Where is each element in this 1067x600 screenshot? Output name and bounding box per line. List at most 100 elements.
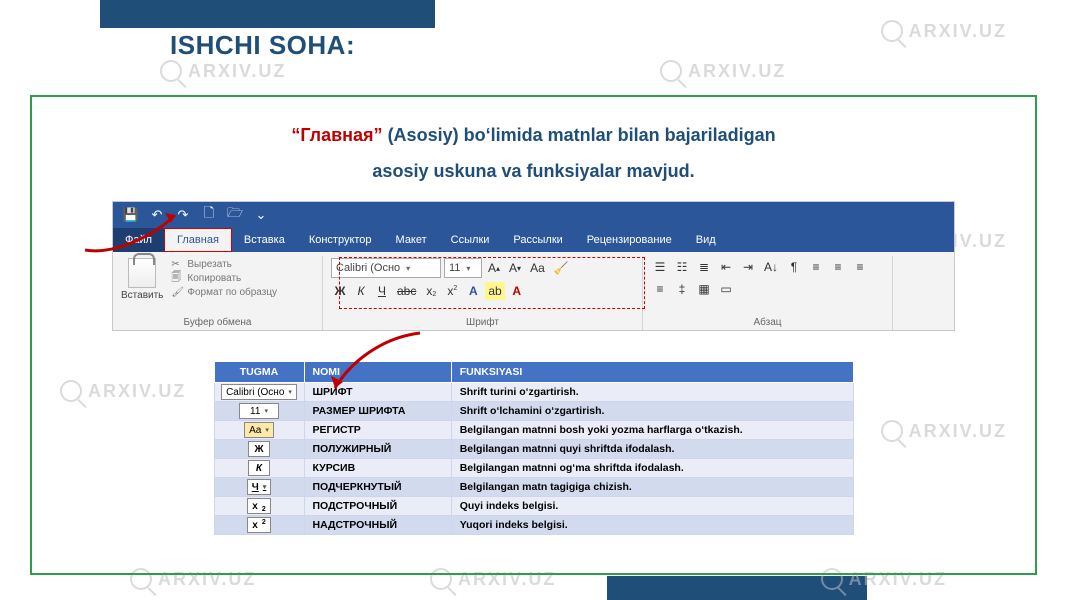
tab-references[interactable]: Ссылки	[439, 228, 502, 252]
undo-icon[interactable]: ↶	[149, 207, 165, 223]
multilevel-button[interactable]: ≣	[695, 258, 713, 276]
tugma-chip: x2	[247, 498, 270, 514]
tab-file[interactable]: Файл	[113, 228, 164, 252]
align-left-button[interactable]: ≡	[807, 258, 825, 276]
func-cell: Belgilangan matn tagigiga chizish.	[451, 478, 853, 497]
tab-insert[interactable]: Вставка	[232, 228, 297, 252]
italic-button[interactable]: К	[352, 282, 370, 300]
tab-design[interactable]: Конструктор	[297, 228, 384, 252]
func-cell: Belgilangan matnni quyi shriftda ifodala…	[451, 440, 853, 459]
superscript-button[interactable]: x2	[443, 282, 461, 300]
func-cell: Yuqori indeks belgisi.	[451, 516, 853, 535]
shrink-font-button[interactable]: A▾	[506, 259, 524, 277]
copy-button[interactable]: 🗐Копировать	[171, 272, 277, 284]
tugma-cell: 11 ▾	[214, 402, 304, 421]
paste-button[interactable]: Вставить	[121, 258, 163, 301]
tugma-cell: x2	[214, 516, 304, 535]
ribbon-body: Вставить ✂Вырезать 🗐Копировать 🖌Формат п…	[113, 252, 954, 330]
qat-more-icon[interactable]: ⌄	[253, 207, 269, 223]
th-nomi: NOMI	[304, 362, 451, 383]
nomi-cell: ПОЛУЖИРНЫЙ	[304, 440, 451, 459]
redo-icon[interactable]: ↷	[175, 207, 191, 223]
save-icon[interactable]: 💾	[123, 207, 139, 223]
quick-access-toolbar: 💾 ↶ ↷ 🗋 🗁 ⌄	[113, 202, 954, 228]
format-painter-button[interactable]: 🖌Формат по образцу	[171, 286, 277, 298]
tab-view[interactable]: Вид	[684, 228, 728, 252]
tugma-chip: К	[248, 460, 270, 476]
tugma-cell: x2	[214, 497, 304, 516]
table-row: Ч ▾ПОДЧЕРКНУТЫЙBelgilangan matn tagigiga…	[214, 478, 853, 497]
subtitle: “Главная” (Asosiy) bo‘limida matnlar bil…	[112, 117, 955, 189]
nomi-cell: РЕГИСТР	[304, 421, 451, 440]
tab-review[interactable]: Рецензирование	[575, 228, 684, 252]
ribbon-tabs: Файл Главная Вставка Конструктор Макет С…	[113, 228, 954, 252]
borders-button[interactable]: ▭	[717, 280, 735, 298]
func-cell: Quyi indeks belgisi.	[451, 497, 853, 516]
subscript-button[interactable]: x2	[422, 282, 440, 300]
table-row: x2 ПОДСТРОЧНЫЙQuyi indeks belgisi.	[214, 497, 853, 516]
table-row: Aa ▾РЕГИСТРBelgilangan matnni bosh yoki …	[214, 421, 853, 440]
subtitle-rest1: (Asosiy) bo‘limida matnlar bilan bajaril…	[383, 125, 776, 145]
func-cell: Shrift turini o‘zgartirish.	[451, 383, 853, 402]
th-tugma: TUGMA	[214, 362, 304, 383]
tab-layout[interactable]: Макет	[384, 228, 439, 252]
indent-inc-button[interactable]: ⇥	[739, 258, 757, 276]
tab-home[interactable]: Главная	[164, 228, 232, 252]
font-name-combo[interactable]: Calibri (Осно▾	[331, 258, 441, 278]
content-frame: “Главная” (Asosiy) bo‘limida matnlar bil…	[30, 95, 1037, 575]
shading-button[interactable]: ▦	[695, 280, 713, 298]
tab-mailings[interactable]: Рассылки	[501, 228, 574, 252]
bullets-button[interactable]: ☰	[651, 258, 669, 276]
nomi-cell: РАЗМЕР ШРИФТА	[304, 402, 451, 421]
open-icon[interactable]: 🗁	[227, 207, 243, 223]
numbering-button[interactable]: ☷	[673, 258, 691, 276]
func-cell: Belgilangan matnni og‘ma shriftda ifodal…	[451, 459, 853, 478]
tugma-chip: Calibri (Осно ▾	[221, 384, 297, 400]
watermark: ARXIV.UZ	[881, 20, 1007, 42]
tugma-cell: Ж	[214, 440, 304, 459]
nomi-cell: КУРСИВ	[304, 459, 451, 478]
sort-button[interactable]: A↓	[761, 258, 781, 276]
table-row: Ж ПОЛУЖИРНЫЙBelgilangan matnni quyi shrif…	[214, 440, 853, 459]
justify-button[interactable]: ≡	[651, 280, 669, 298]
nomi-cell: ШРИФТ	[304, 383, 451, 402]
clear-format-button[interactable]: 🧹	[551, 259, 572, 277]
group-font: Calibri (Осно▾ 11▾ A▴ A▾ Aa 🧹 Ж К Ч abc …	[323, 256, 643, 330]
brush-icon: 🖌	[171, 286, 183, 298]
table-row: x2НАДСТРОЧНЫЙYuqori indeks belgisi.	[214, 516, 853, 535]
tugma-cell: Aa ▾	[214, 421, 304, 440]
underline-button[interactable]: Ч	[373, 282, 391, 300]
line-spacing-button[interactable]: ‡	[673, 280, 691, 298]
strike-button[interactable]: abc	[394, 282, 419, 300]
align-center-button[interactable]: ≡	[829, 258, 847, 276]
page-title: ISHCHI SOHA:	[170, 30, 355, 61]
subtitle-quoted: “Главная”	[291, 125, 382, 145]
change-case-button[interactable]: Aa	[527, 259, 548, 277]
group-label-font: Шрифт	[331, 315, 634, 328]
highlight-button[interactable]: ab	[485, 282, 504, 300]
tugma-cell: К	[214, 459, 304, 478]
align-right-button[interactable]: ≡	[851, 258, 869, 276]
chevron-down-icon: ▾	[406, 264, 410, 273]
bold-button[interactable]: Ж	[331, 282, 349, 300]
tugma-cell: Ч ▾	[214, 478, 304, 497]
new-icon[interactable]: 🗋	[201, 207, 217, 223]
group-clipboard: Вставить ✂Вырезать 🗐Копировать 🖌Формат п…	[113, 256, 323, 330]
font-size-combo[interactable]: 11▾	[444, 258, 482, 278]
nomi-cell: ПОДСТРОЧНЫЙ	[304, 497, 451, 516]
group-paragraph: ☰ ☷ ≣ ⇤ ⇥ A↓ ¶ ≡ ≡ ≡ ≡ ‡ ▦ ▭ Абзац	[643, 256, 893, 330]
scissors-icon: ✂	[171, 258, 183, 270]
text-effects-button[interactable]: A	[464, 282, 482, 300]
subtitle-line2: asosiy uskuna va funksiyalar mavjud.	[372, 161, 694, 181]
pilcrow-button[interactable]: ¶	[785, 258, 803, 276]
tugma-chip: Ж	[248, 441, 270, 457]
grow-font-button[interactable]: A▴	[485, 259, 503, 277]
indent-dec-button[interactable]: ⇤	[717, 258, 735, 276]
font-color-button[interactable]: A	[508, 282, 526, 300]
word-ribbon: 💾 ↶ ↷ 🗋 🗁 ⌄ Файл Главная Вставка Констру…	[112, 201, 955, 331]
cut-button[interactable]: ✂Вырезать	[171, 258, 277, 270]
group-label-paragraph: Абзац	[651, 315, 884, 328]
tugma-chip: 11 ▾	[239, 403, 279, 419]
tugma-chip: Ч ▾	[247, 479, 272, 495]
copy-icon: 🗐	[171, 272, 183, 284]
